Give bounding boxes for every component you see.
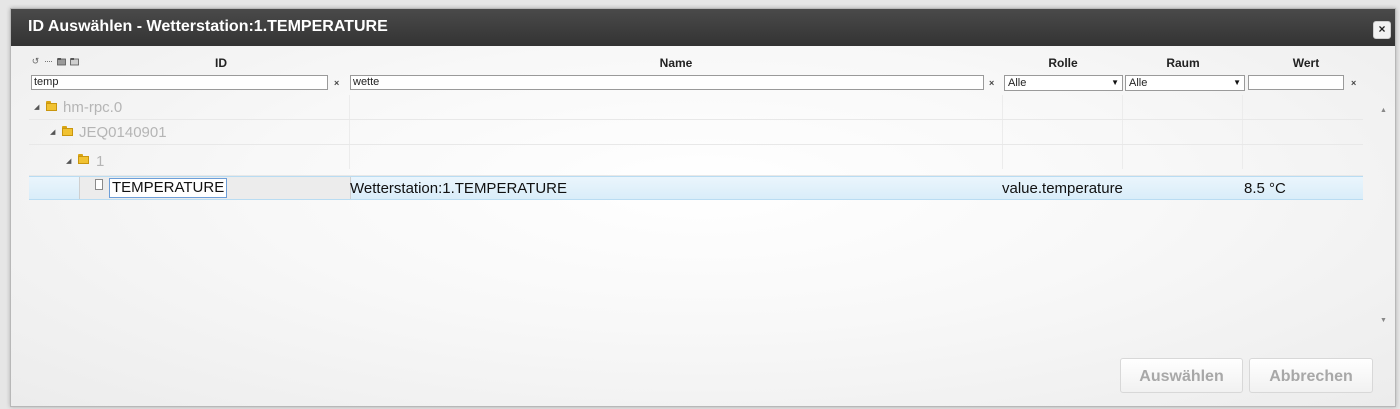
folder-collapse-icon[interactable] [57,57,66,66]
expander-icon[interactable]: ◢ [50,128,55,136]
room-filter-selected: Alle [1129,77,1148,89]
selected-value: 8.5 °C [1244,180,1286,197]
selected-role: value.temperature [1002,180,1123,197]
selected-id[interactable]: TEMPERATURE [109,178,228,198]
clear-id-filter-icon[interactable]: × [334,78,339,88]
file-icon [95,179,103,190]
id-filter-input[interactable] [31,75,328,90]
folder-icon [78,154,89,164]
column-header-value[interactable]: Wert [1276,56,1336,70]
close-icon[interactable]: × [1373,21,1391,39]
clear-name-filter-icon[interactable]: × [989,78,994,88]
id-cell: TEMPERATURE [79,177,351,199]
dialog-title: ID Auswählen - Wetterstation:1.TEMPERATU… [28,18,388,35]
role-filter-select[interactable]: Alle ▼ [1004,75,1123,91]
cancel-button[interactable]: Abbrechen [1249,358,1373,393]
tree-row-device[interactable]: ◢ JEQ0140901 [29,120,1363,145]
tree-row-channel[interactable]: ◢ 1 [29,145,1363,176]
expander-icon[interactable]: ◢ [66,157,71,165]
tree-row-temperature[interactable]: TEMPERATURE Wetterstation:1.TEMPERATURE … [29,176,1363,200]
chevron-down-icon: ▼ [1233,78,1241,87]
tree-label-device: JEQ0140901 [79,124,167,141]
refresh-icon[interactable]: ↺ [31,57,40,66]
column-header-room[interactable]: Raum [1153,56,1213,70]
expander-icon[interactable]: ◢ [34,103,39,111]
value-filter-input[interactable] [1248,75,1344,90]
role-filter-selected: Alle [1008,77,1027,89]
column-header-name[interactable]: Name [631,56,721,70]
dialog-titlebar[interactable]: ID Auswählen - Wetterstation:1.TEMPERATU… [11,9,1395,46]
column-header-role[interactable]: Rolle [1033,56,1093,70]
folder-icon [62,126,73,136]
select-button[interactable]: Auswählen [1120,358,1243,393]
collapse-icon[interactable] [44,57,53,66]
tree-label-adapter: hm-rpc.0 [63,99,123,116]
chevron-down-icon: ▼ [1111,78,1119,87]
column-header-id[interactable]: ID [206,56,236,70]
folder-expand-icon[interactable] [70,57,79,66]
selected-name: Wetterstation:1.TEMPERATURE [350,180,568,197]
folder-icon [46,101,57,111]
select-id-dialog: ID Auswählen - Wetterstation:1.TEMPERATU… [10,8,1396,407]
clear-value-filter-icon[interactable]: × [1351,78,1356,88]
object-tree-grid: ◢ hm-rpc.0 ◢ JEQ0140901 ◢ 1 TEMPERATURE … [29,95,1363,338]
scroll-down-icon[interactable]: ▼ [1380,317,1387,324]
name-filter-input[interactable] [350,75,984,90]
room-filter-select[interactable]: Alle ▼ [1125,75,1245,91]
tree-row-hm-rpc[interactable]: ◢ hm-rpc.0 [29,95,1363,120]
tree-label-channel: 1 [96,153,105,170]
scroll-up-icon[interactable]: ▲ [1380,107,1387,114]
